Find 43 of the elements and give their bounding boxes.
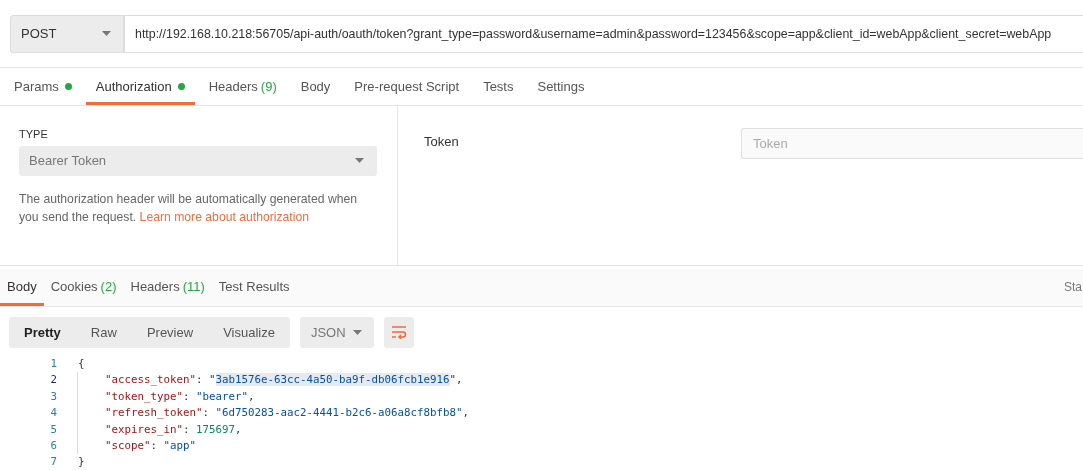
caret-icon xyxy=(352,330,362,335)
response-tab[interactable]: Test Results xyxy=(211,268,297,306)
request-tab[interactable]: Authorization xyxy=(85,68,195,105)
caret-icon xyxy=(355,158,364,164)
view-mode-button[interactable]: Preview xyxy=(131,317,209,348)
status-label: Sta xyxy=(1064,280,1083,294)
request-tab[interactable]: Settings xyxy=(527,68,595,105)
line-number: 4 xyxy=(49,406,57,420)
request-tab[interactable]: Headers (9) xyxy=(198,68,287,105)
code-line: "scope": "app" xyxy=(77,437,197,454)
request-tab[interactable]: Pre-request Script xyxy=(344,68,470,105)
code-line: "refresh_token": "6d750283-aac2-4441-b2c6-a06a8cf8bfb8", xyxy=(77,404,470,421)
caret-icon xyxy=(102,31,111,36)
help-text: The authorization header will be automatically generated when you send the request. Learn more about authorization xyxy=(19,190,359,226)
line-number: 3 xyxy=(49,389,57,403)
request-tab[interactable]: Tests xyxy=(473,68,524,105)
code-line: { xyxy=(77,355,85,372)
response-tab[interactable]: Cookies (2) xyxy=(43,268,124,306)
line-number: 2 xyxy=(49,373,57,387)
type-label: TYPE xyxy=(19,127,49,140)
view-mode-button[interactable]: Visualize xyxy=(208,317,290,348)
line-number: 5 xyxy=(49,422,57,436)
method-select[interactable]: POST xyxy=(10,14,124,53)
url-field[interactable]: http://192.168.10.218:56705/api-auth/oauth/token?grant_type=password&username=admin&password=123456&scope=app&client_id=webApp&client_secret=webApp xyxy=(124,14,1083,53)
code-line: "access_token": "3ab1576e-63cc-4a50-ba9f-db06fcb1e916", xyxy=(77,371,463,389)
response-tab[interactable]: Body xyxy=(0,268,44,306)
code-line: "token_type": "bearer", xyxy=(77,388,255,405)
auth-type-select[interactable]: Bearer Token xyxy=(19,145,377,176)
token-label: Token xyxy=(424,132,460,151)
token-field[interactable]: Token xyxy=(741,127,1083,159)
wrap-lines-button[interactable] xyxy=(383,317,414,348)
request-tab[interactable]: Body xyxy=(290,68,341,105)
code-line: } xyxy=(77,454,85,470)
line-number: 6 xyxy=(49,438,57,452)
format-select[interactable]: JSON xyxy=(299,317,374,348)
response-tab[interactable]: Headers (11) xyxy=(123,268,212,306)
wrap-icon xyxy=(390,325,407,340)
request-tab[interactable]: Params xyxy=(4,68,82,105)
view-mode-button[interactable]: Pretty xyxy=(9,317,76,348)
view-mode-button[interactable]: Raw xyxy=(75,317,132,348)
line-number: 7 xyxy=(49,455,57,469)
code-line: "expires_in": 175697, xyxy=(77,420,242,438)
line-number: 1 xyxy=(49,356,57,370)
